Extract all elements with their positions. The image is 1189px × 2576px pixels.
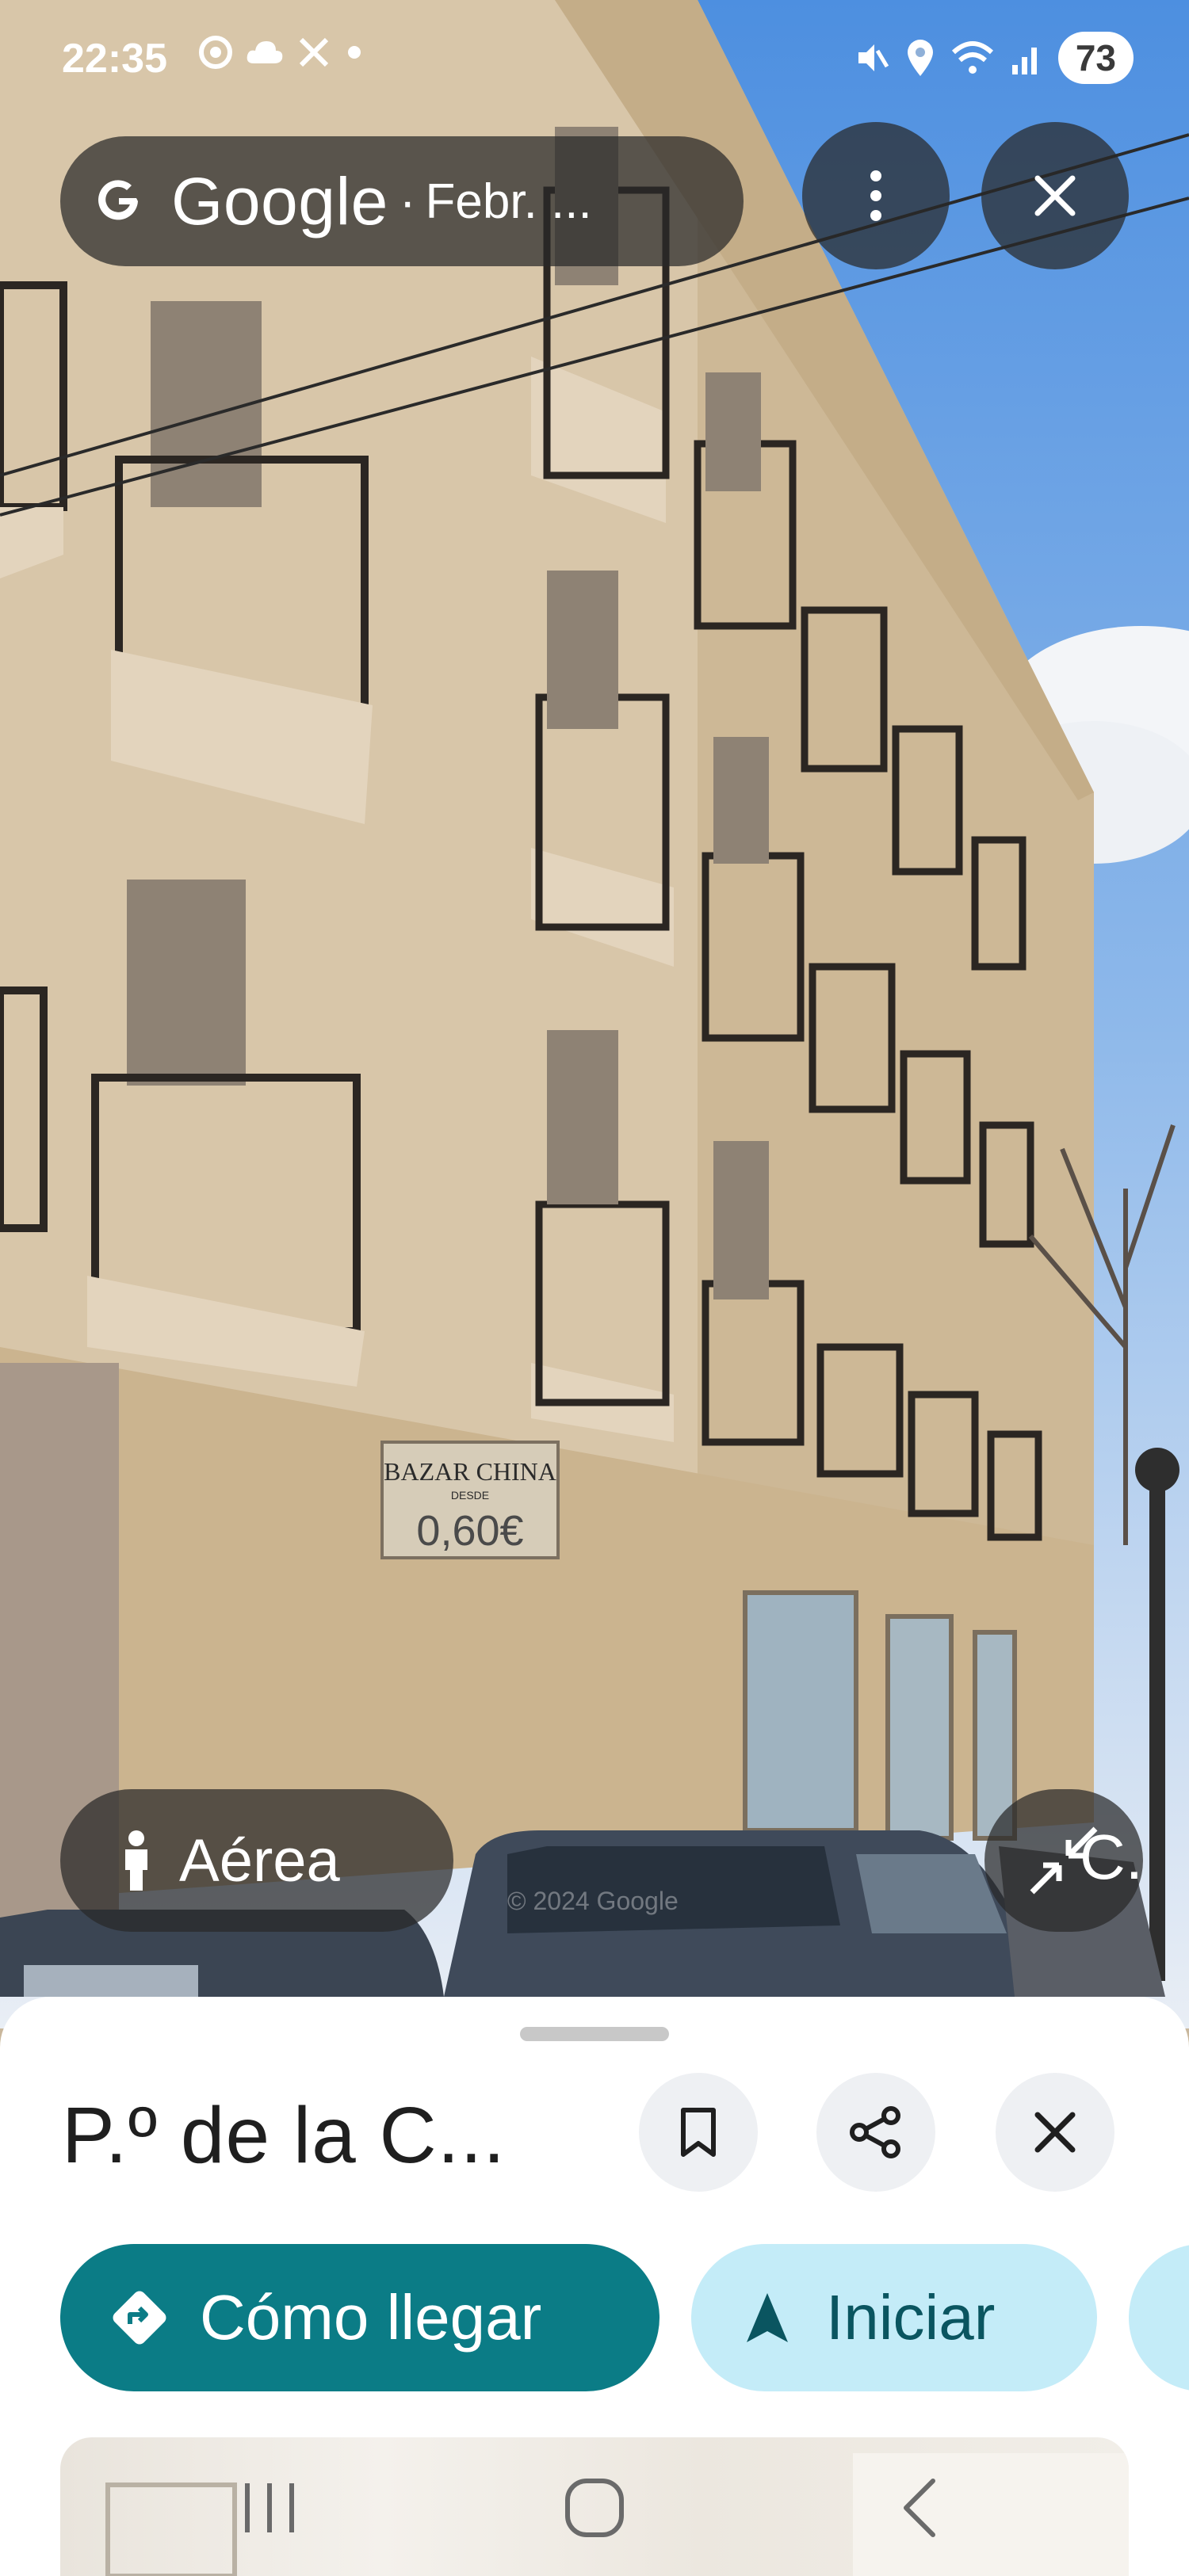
close-streetview-button[interactable] bbox=[981, 122, 1129, 269]
save-button[interactable] bbox=[639, 2073, 758, 2192]
bookmark-icon bbox=[681, 2108, 716, 2157]
location-icon bbox=[907, 40, 933, 76]
back-icon bbox=[904, 2479, 935, 2537]
place-title: P.º de la C... bbox=[62, 2091, 507, 2180]
brand-label: Google bbox=[171, 163, 388, 239]
street-label: C. bbox=[1080, 1822, 1143, 1892]
home-button[interactable] bbox=[547, 2464, 642, 2551]
battery-level: 73 bbox=[1057, 32, 1134, 84]
share-button[interactable] bbox=[816, 2073, 935, 2192]
signal-icon bbox=[1011, 48, 1037, 74]
status-time: 22:35 bbox=[62, 36, 167, 82]
shop-sign-price: 0,60€ bbox=[416, 1507, 523, 1555]
capture-date: Febr. ... bbox=[425, 174, 592, 229]
home-icon bbox=[565, 2479, 624, 2537]
directions-button[interactable]: Cómo llegar bbox=[60, 2244, 659, 2391]
pegman-icon bbox=[125, 1830, 147, 1891]
shop-sign-subtitle: DESDE bbox=[451, 1489, 489, 1502]
chrome-icon bbox=[199, 36, 232, 69]
more-actions-button[interactable] bbox=[1129, 2244, 1189, 2391]
system-nav-bar bbox=[0, 2441, 1189, 2576]
share-icon bbox=[850, 2106, 900, 2158]
status-bar: 22:35 73 bbox=[0, 0, 1189, 119]
aerial-view-button[interactable]: Aérea bbox=[60, 1789, 453, 1932]
x-icon bbox=[299, 37, 329, 67]
recent-apps-icon bbox=[245, 2483, 294, 2532]
dot-icon bbox=[348, 46, 361, 59]
more-options-button[interactable] bbox=[802, 122, 950, 269]
google-g-icon bbox=[98, 180, 138, 220]
google-watermark: © 2024 Google bbox=[507, 1887, 679, 1915]
separator: · bbox=[399, 174, 416, 229]
recent-apps-button[interactable] bbox=[222, 2464, 317, 2551]
title-pill[interactable]: Google · Febr. ... bbox=[60, 136, 744, 266]
street-view-image[interactable]: BAZAR CHINA DESDE 0,60€ © 2024 Google bbox=[0, 0, 1189, 2028]
start-label: Iniciar bbox=[826, 2282, 996, 2353]
collapse-view-button[interactable]: C. bbox=[984, 1789, 1143, 1932]
start-navigation-button[interactable]: Iniciar bbox=[691, 2244, 1097, 2391]
directions-icon bbox=[113, 2291, 166, 2345]
cloud-icon bbox=[247, 41, 283, 63]
navigation-arrow-icon bbox=[747, 2293, 788, 2342]
wifi-icon bbox=[951, 41, 993, 74]
more-vert-icon bbox=[870, 170, 881, 221]
mute-icon bbox=[858, 44, 889, 71]
shop-sign-title: BAZAR CHINA bbox=[384, 1457, 556, 1486]
aerial-label: Aérea bbox=[179, 1826, 340, 1895]
drag-handle[interactable] bbox=[520, 2027, 669, 2041]
close-icon bbox=[1034, 2112, 1076, 2153]
back-button[interactable] bbox=[872, 2464, 967, 2551]
directions-label: Cómo llegar bbox=[200, 2282, 542, 2353]
close-icon bbox=[1034, 175, 1076, 216]
close-sheet-button[interactable] bbox=[996, 2073, 1114, 2192]
